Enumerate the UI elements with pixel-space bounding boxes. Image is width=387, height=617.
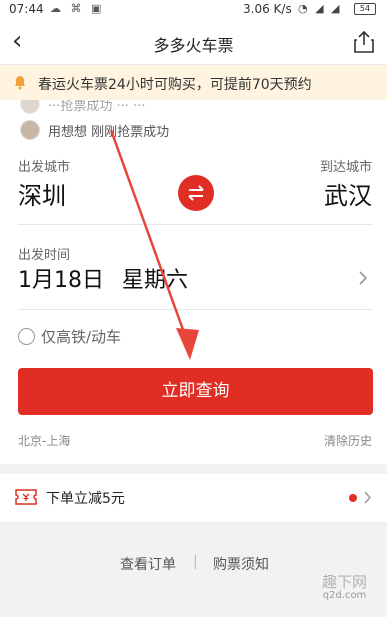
- history-route-link[interactable]: 北京-上海: [18, 432, 70, 449]
- share-icon[interactable]: [353, 30, 375, 54]
- chevron-right-icon: [364, 491, 372, 504]
- ticker-item: 用想想 刚刚抢票成功: [20, 120, 169, 140]
- purchase-notice-link[interactable]: 购票须知: [213, 554, 269, 574]
- notification-icons: ☁ ⌘ ▣: [50, 2, 105, 15]
- date-selector[interactable]: 1月18日 星期六: [18, 262, 188, 294]
- depart-label: 出发城市: [18, 160, 71, 175]
- watermark: 趣下网 q2d.com: [322, 575, 367, 603]
- swap-cities-button[interactable]: [178, 175, 214, 211]
- footer-separator: |: [193, 554, 198, 570]
- watermark-brand: 趣下网: [322, 573, 368, 591]
- depart-weekday: 星期六: [122, 268, 189, 293]
- red-dot-badge: [349, 494, 357, 502]
- divider: [18, 309, 373, 310]
- date-label: 出发时间: [18, 248, 71, 263]
- coupon-icon: [15, 489, 37, 505]
- footer-links: 查看订单 | 购票须知: [0, 552, 387, 574]
- hsr-only-label: 仅高铁/动车: [41, 328, 122, 346]
- depart-date: 1月18日: [18, 268, 104, 293]
- status-time: 07:44: [9, 2, 44, 16]
- avatar: [20, 120, 40, 140]
- success-ticker: ···抢票成功 ··· ··· 用想想 刚刚抢票成功: [0, 100, 387, 144]
- bell-icon: [15, 76, 25, 90]
- ticker-text: ···抢票成功 ··· ···: [48, 100, 146, 114]
- radio-icon: [18, 328, 35, 345]
- signal-icons: ◔ ◢ ◢: [298, 2, 342, 15]
- arrive-city[interactable]: 武汉: [324, 176, 372, 211]
- ticker-text: 用想想 刚刚抢票成功: [48, 124, 170, 140]
- arrive-label: 到达城市: [319, 160, 372, 175]
- chevron-right-icon[interactable]: [358, 270, 368, 286]
- search-button[interactable]: 立即查询: [18, 368, 373, 415]
- hsr-only-checkbox[interactable]: 仅高铁/动车: [18, 326, 121, 347]
- status-bar: 07:44 ☁ ⌘ ▣ 3.06 K/s ◔ ◢ ◢ 54: [0, 0, 387, 20]
- promo-text: 下单立减5元: [46, 491, 125, 507]
- clear-history-link[interactable]: 清除历史: [324, 432, 372, 449]
- view-orders-link[interactable]: 查看订单: [120, 554, 176, 574]
- promo-row[interactable]: 下单立减5元: [0, 474, 387, 522]
- ticker-item: ···抢票成功 ··· ···: [20, 100, 145, 114]
- watermark-url: q2d.com: [322, 590, 367, 601]
- battery-icon: 54: [354, 3, 376, 15]
- notice-text: 春运火车票24小时可购买，可提前70天预约: [38, 77, 312, 93]
- page-title: 多多火车票: [153, 36, 234, 55]
- divider: [18, 224, 373, 225]
- nav-bar: ‹ 多多火车票: [0, 20, 387, 65]
- notice-banner: 春运火车票24小时可购买，可提前70天预约: [0, 65, 387, 100]
- swap-arrows-icon: [188, 185, 204, 201]
- depart-city[interactable]: 深圳: [18, 176, 66, 211]
- avatar: [20, 100, 40, 114]
- network-speed: 3.06 K/s: [243, 2, 292, 16]
